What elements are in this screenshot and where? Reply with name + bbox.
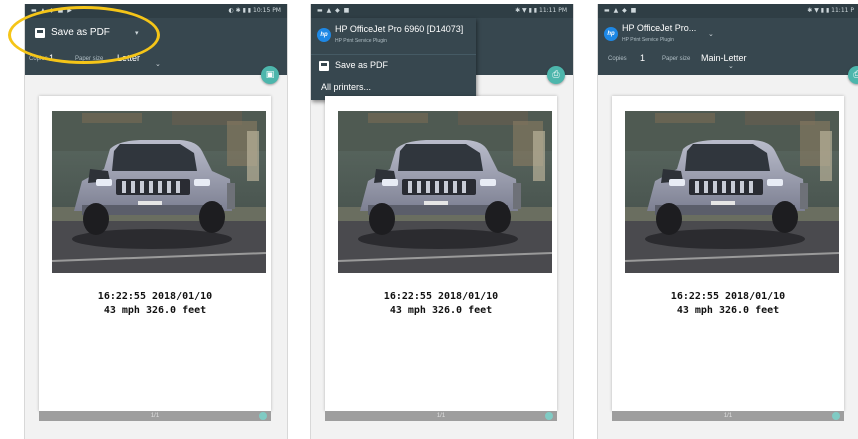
menu-item-all-printers[interactable]: All printers... [311, 78, 476, 98]
page-select-icon[interactable] [832, 412, 840, 420]
status-bar: ▬ ▲ ◆ ■ ✱ ▼ ▮ ▮ 11:11 PM [311, 4, 573, 18]
status-icons: ▬ ▲ ◆ ■ [317, 7, 351, 14]
phone-screen-hp-printer: ▬ ▲ ◆ ■ ✱ ▼ ▮ ▮ 11:11 P hp HP OfficeJet … [597, 4, 858, 439]
hp-logo-icon: hp [317, 28, 331, 42]
save-pdf-icon [319, 61, 329, 71]
print-fab[interactable]: ⎙ [848, 66, 858, 84]
printer-name: HP OfficeJet Pro 6960 [D14073] [335, 24, 464, 34]
page-number: 1/1 [150, 413, 160, 419]
speed-caption: 43 mph 326.0 feet [676, 305, 780, 316]
status-time: ✱ ▼ ▮ ▮ 11:11 PM [515, 7, 567, 14]
paper-size-label: Paper size [662, 56, 691, 62]
status-bar: ▬ ▲ ◆ ■ ✱ ▼ ▮ ▮ 11:11 P [598, 4, 858, 18]
timestamp-caption: 16:22:55 2018/01/10 [383, 291, 499, 302]
car-photo [625, 111, 839, 273]
status-time: ✱ ▼ ▮ ▮ 11:11 P [807, 7, 854, 14]
save-pdf-fab[interactable]: ▣ [261, 66, 279, 84]
car-photo [52, 111, 266, 273]
page-number: 1/1 [723, 413, 733, 419]
phone-screen-save-as-pdf: ▬ ▲ ◆ ■ ▶ ◐ ✱ ▮ ▮ 10:15 PM Save as PDF ▾… [24, 4, 288, 439]
print-toolbar: hp HP OfficeJet Pro... HP Print Service … [598, 18, 858, 75]
page-indicator-bar: 1/1 [612, 411, 844, 421]
menu-divider [311, 54, 476, 55]
printer-name: HP OfficeJet Pro... [622, 23, 697, 33]
print-fab[interactable]: ⎙ [547, 66, 565, 84]
printer-selector[interactable]: hp HP OfficeJet Pro... HP Print Service … [598, 18, 728, 50]
phone-screen-printer-menu: ▬ ▲ ◆ ■ ✱ ▼ ▮ ▮ 11:11 PM ⎙ hp HP OfficeJ… [310, 4, 574, 439]
chevron-down-icon: ⌄ [708, 31, 714, 38]
status-time: ◐ ✱ ▮ ▮ 10:15 PM [228, 7, 282, 14]
copies-value[interactable]: 1 [640, 53, 645, 63]
copies-label: Copies [608, 56, 627, 62]
page-indicator-bar: 1/1 [325, 411, 557, 421]
printer-plugin: HP Print Service Plugin [622, 37, 674, 43]
hp-logo-icon: hp [604, 27, 618, 41]
status-icons: ▬ ▲ ◆ ■ [604, 7, 638, 14]
chevron-down-icon[interactable]: ⌄ [728, 62, 734, 70]
printer-plugin: HP Print Service Plugin [335, 38, 387, 44]
speed-caption: 43 mph 326.0 feet [389, 305, 493, 316]
page-indicator-bar: 1/1 [39, 411, 271, 421]
timestamp-caption: 16:22:55 2018/01/10 [670, 291, 786, 302]
all-printers-label: All printers... [321, 82, 372, 92]
print-preview-page: 16:22:55 2018/01/10 43 mph 326.0 feet [39, 96, 271, 411]
menu-item-hp-printer[interactable]: hp HP OfficeJet Pro 6960 [D14073] HP Pri… [311, 18, 476, 54]
printer-dropdown-menu: hp HP OfficeJet Pro 6960 [D14073] HP Pri… [311, 18, 476, 100]
save-as-pdf-label: Save as PDF [335, 60, 389, 70]
print-preview-page: 16:22:55 2018/01/10 43 mph 326.0 feet [325, 96, 557, 411]
speed-caption: 43 mph 326.0 feet [103, 305, 207, 316]
timestamp-caption: 16:22:55 2018/01/10 [97, 291, 213, 302]
page-select-icon[interactable] [259, 412, 267, 420]
menu-item-save-as-pdf[interactable]: Save as PDF [311, 56, 476, 76]
page-number: 1/1 [436, 413, 446, 419]
car-photo [338, 111, 552, 273]
page-select-icon[interactable] [545, 412, 553, 420]
print-preview-page: 16:22:55 2018/01/10 43 mph 326.0 feet [612, 96, 844, 411]
highlight-annotation [8, 6, 160, 64]
chevron-down-icon[interactable]: ⌄ [155, 60, 161, 68]
paper-size-value[interactable]: Main-Letter [701, 53, 747, 63]
